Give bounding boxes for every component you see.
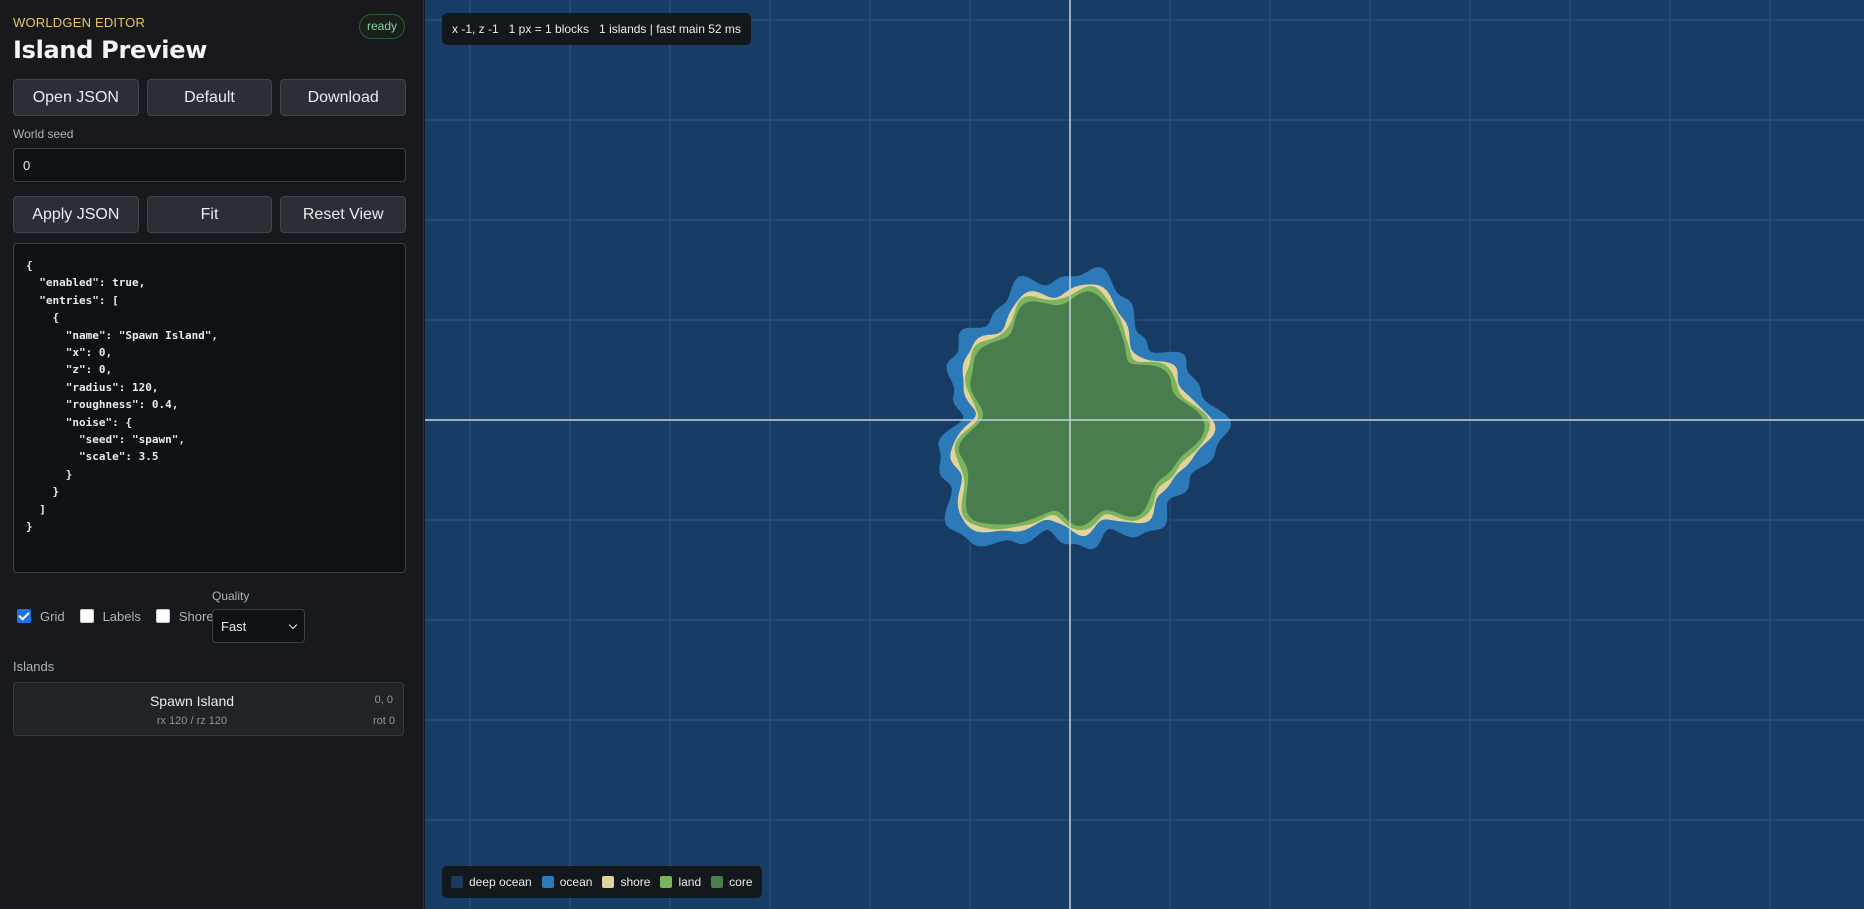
fit-button[interactable]: Fit — [146, 196, 273, 233]
island-position: 0, 0 — [374, 694, 393, 706]
legend-swatch — [451, 876, 463, 888]
legend-swatch — [602, 876, 615, 888]
reset-view-button[interactable]: Reset View — [280, 196, 407, 233]
map-legend: deep ocean ocean shore land core — [442, 866, 762, 898]
island-name: Spawn Island — [149, 693, 235, 709]
legend-item-ocean: ocean — [541, 875, 593, 889]
legend-item-core: core — [711, 875, 753, 889]
app-kicker: WORLDGEN EDITOR — [13, 15, 146, 30]
legend-label: ocean — [559, 875, 593, 889]
grid-checkbox[interactable] — [17, 609, 31, 623]
apply-json-button[interactable]: Apply JSON — [13, 196, 139, 233]
labels-checkbox-label: Labels — [102, 608, 141, 624]
legend-label: shore — [620, 875, 651, 889]
island-rotation: rot 0 — [372, 715, 395, 727]
world-seed-input[interactable] — [13, 148, 406, 182]
world-seed-label: World seed — [13, 127, 74, 141]
legend-swatch — [541, 876, 554, 888]
legend-swatch — [660, 876, 673, 888]
grid-checkbox-label: Grid — [40, 608, 65, 624]
chevron-down-icon — [288, 620, 298, 629]
view-toolbar: Apply JSON Fit Reset View — [13, 196, 407, 233]
default-button[interactable]: Default — [146, 79, 273, 116]
json-editor[interactable] — [13, 243, 406, 573]
legend-label: deep ocean — [469, 875, 532, 889]
islands-heading: Islands — [13, 659, 55, 674]
legend-item-deep-ocean: deep ocean — [451, 875, 532, 889]
map-view[interactable] — [425, 0, 1864, 909]
download-button[interactable]: Download — [280, 79, 407, 116]
legend-swatch — [711, 876, 724, 888]
sidebar: WORLDGEN EDITOR Island Preview ready Ope… — [0, 0, 424, 909]
file-toolbar: Open JSON Default Download — [13, 79, 407, 116]
quality-select-value: Fast — [221, 618, 247, 634]
island-radii: rx 120 / rz 120 — [156, 715, 228, 727]
legend-label: core — [729, 875, 753, 889]
shores-checkbox[interactable] — [155, 609, 170, 623]
legend-label: land — [678, 875, 702, 889]
open-json-button[interactable]: Open JSON — [13, 79, 139, 116]
legend-item-land: land — [660, 875, 701, 889]
labels-checkbox[interactable] — [79, 609, 94, 623]
display-options: Grid Labels Shores — [17, 607, 235, 625]
page-title: Island Preview — [13, 36, 208, 64]
island-list-item[interactable]: Spawn Island rx 120 / rz 120 0, 0 rot 0 — [13, 682, 404, 736]
status-badge: ready — [359, 14, 405, 39]
quality-select[interactable]: Fast — [212, 609, 305, 643]
quality-label: Quality — [212, 589, 250, 603]
map-canvas[interactable] — [425, 0, 1864, 909]
coordinates-hud: x -1, z -1 1 px = 1 blocks 1 islands | f… — [442, 13, 751, 45]
legend-item-shore: shore — [602, 875, 650, 889]
app-window: WORLDGEN EDITOR Island Preview ready Ope… — [0, 0, 1864, 909]
